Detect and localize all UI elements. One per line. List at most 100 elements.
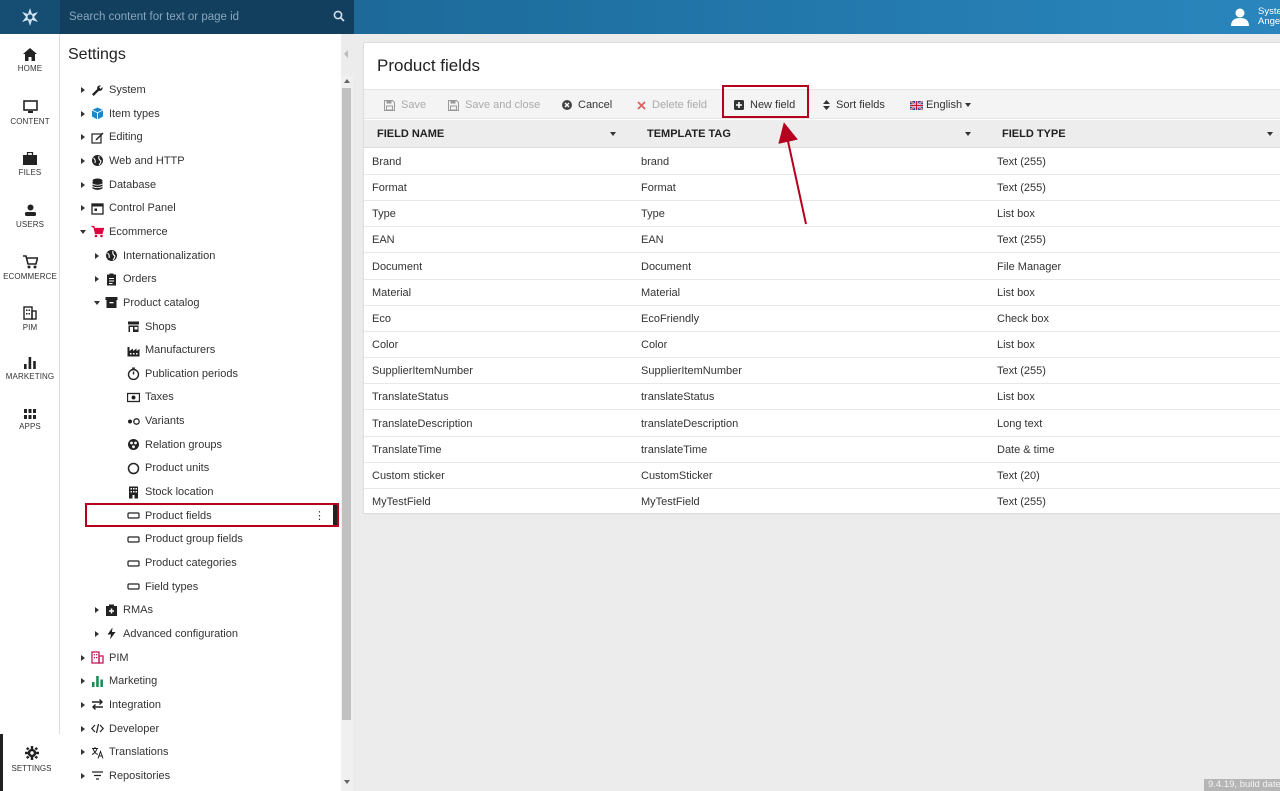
tree-node-web-and-http[interactable]: Web and HTTP — [77, 151, 185, 171]
table-row[interactable]: Color Color List box — [364, 332, 1280, 359]
tree-node-toggle[interactable] — [91, 607, 103, 614]
tree-node-toggle[interactable] — [77, 110, 89, 117]
caret-right-icon[interactable] — [95, 252, 99, 259]
column-header-field-type[interactable]: FIELD TYPE — [1002, 128, 1066, 140]
tree-node-toggle[interactable] — [77, 157, 89, 164]
table-row[interactable]: TranslateTime translateTime Date & time — [364, 437, 1280, 463]
rail-item-settings[interactable]: SETTINGS — [0, 734, 60, 791]
tree-node-toggle[interactable] — [91, 300, 103, 305]
tree-node-toggle[interactable] — [77, 701, 89, 708]
column-menu-icon[interactable] — [965, 132, 971, 136]
save-and-close-button[interactable]: Save and close — [448, 90, 540, 120]
search-input[interactable]: Search content for text or page id — [60, 0, 354, 34]
tree-node-shops[interactable]: Shops — [105, 317, 176, 337]
caret-right-icon[interactable] — [81, 134, 85, 141]
caret-down-icon[interactable] — [94, 300, 100, 305]
tree-node-toggle[interactable] — [77, 205, 89, 212]
caret-right-icon[interactable] — [81, 157, 85, 164]
caret-right-icon[interactable] — [95, 607, 99, 614]
caret-right-icon[interactable] — [81, 110, 85, 117]
tree-node-marketing[interactable]: Marketing — [77, 671, 157, 691]
table-row[interactable]: MyTestField MyTestField Text (255) — [364, 489, 1280, 515]
user-menu[interactable]: System Angel — [1230, 0, 1280, 34]
table-row[interactable]: Eco EcoFriendly Check box — [364, 306, 1280, 332]
delete-field-button[interactable]: Delete field — [637, 90, 707, 120]
rail-item-ecommerce[interactable]: ECOMMERCE — [0, 255, 60, 281]
caret-right-icon[interactable] — [95, 276, 99, 283]
table-row[interactable]: TranslateStatus translateStatus List box — [364, 384, 1280, 411]
node-menu-icon[interactable]: ⋮ — [314, 509, 325, 522]
app-logo[interactable] — [0, 0, 60, 34]
table-row[interactable]: TranslateDescription translateDescription… — [364, 411, 1280, 437]
tree-node-publication-periods[interactable]: Publication periods — [105, 364, 238, 384]
tree-node-product-units[interactable]: Product units — [105, 458, 209, 478]
tree-node-item-types[interactable]: Item types — [77, 104, 160, 124]
rail-item-apps[interactable]: APPS — [0, 409, 60, 431]
caret-right-icon[interactable] — [81, 725, 85, 732]
language-dropdown[interactable]: English — [910, 90, 972, 120]
tree-node-pim[interactable]: PIM — [77, 648, 129, 668]
tree-node-ecommerce[interactable]: Ecommerce — [77, 222, 168, 242]
caret-right-icon[interactable] — [81, 87, 85, 93]
tree-node-field-types[interactable]: Field types — [105, 577, 198, 597]
tree-node-product-categories[interactable]: Product categories — [105, 553, 237, 573]
tree-node-stock-location[interactable]: Stock location — [105, 482, 213, 502]
caret-right-icon[interactable] — [81, 678, 85, 685]
tree-node-advanced-configuration[interactable]: Advanced configuration — [91, 624, 238, 644]
table-row[interactable]: EAN EAN Text (255) — [364, 227, 1280, 254]
caret-right-icon[interactable] — [81, 205, 85, 212]
tree-node-toggle[interactable] — [91, 276, 103, 283]
table-row[interactable]: Custom sticker CustomSticker Text (20) — [364, 463, 1280, 489]
table-row[interactable]: SupplierItemNumber SupplierItemNumber Text… — [364, 358, 1280, 385]
tree-node-manufacturers[interactable]: Manufacturers — [105, 340, 215, 360]
tree-node-product-fields[interactable]: Product fields — [105, 506, 212, 526]
tree-node-editing[interactable]: Editing — [77, 127, 143, 147]
table-row[interactable]: Material Material List box — [364, 280, 1280, 306]
tree-node-developer[interactable]: Developer — [77, 719, 159, 739]
tree-node-toggle[interactable] — [77, 181, 89, 188]
rail-item-home[interactable]: HOME — [0, 48, 60, 73]
caret-right-icon[interactable] — [81, 701, 85, 708]
caret-right-icon[interactable] — [81, 772, 85, 779]
rail-item-marketing[interactable]: MARKETING — [0, 357, 60, 381]
tree-node-toggle[interactable] — [77, 678, 89, 685]
tree-node-toggle[interactable] — [77, 134, 89, 141]
tree-node-internationalization[interactable]: Internationalization — [91, 246, 215, 266]
tree-scrollbar-thumb[interactable] — [342, 88, 351, 720]
caret-right-icon[interactable] — [81, 654, 85, 661]
tree-node-rmas[interactable]: RMAs — [91, 600, 153, 620]
caret-right-icon[interactable] — [95, 630, 99, 637]
column-menu-icon[interactable] — [1267, 132, 1273, 136]
tree-node-system[interactable]: System — [77, 80, 146, 100]
column-header-field-name[interactable]: FIELD NAME — [377, 128, 444, 140]
sort-fields-button[interactable]: Sort fields — [823, 90, 885, 120]
table-row[interactable]: Format Format Text (255) — [364, 175, 1280, 202]
tree-node-orders[interactable]: Orders — [91, 269, 157, 289]
tree-node-toggle[interactable] — [77, 229, 89, 234]
tree-node-toggle[interactable] — [77, 725, 89, 732]
column-menu-icon[interactable] — [610, 132, 616, 136]
scroll-down-icon[interactable] — [344, 780, 350, 784]
save-button[interactable]: Save — [384, 90, 426, 120]
tree-node-product-catalog[interactable]: Product catalog — [91, 293, 199, 313]
search-icon[interactable] — [333, 10, 345, 22]
tree-node-toggle[interactable] — [77, 87, 89, 93]
scroll-up-icon[interactable] — [344, 79, 350, 83]
rail-item-pim[interactable]: PIM — [0, 306, 60, 332]
caret-right-icon[interactable] — [81, 749, 85, 756]
tree-node-control-panel[interactable]: Control Panel — [77, 198, 176, 218]
tree-node-toggle[interactable] — [77, 749, 89, 756]
tree-node-repositories[interactable]: Repositories — [77, 766, 170, 786]
tree-node-database[interactable]: Database — [77, 175, 156, 195]
tree-node-translations[interactable]: Translations — [77, 742, 169, 762]
collapse-arrow-icon[interactable] — [344, 50, 348, 58]
tree-node-taxes[interactable]: Taxes — [105, 387, 174, 407]
tree-node-toggle[interactable] — [77, 654, 89, 661]
tree-node-toggle[interactable] — [91, 252, 103, 259]
tree-node-product-group-fields[interactable]: Product group fields — [105, 529, 243, 549]
tree-node-toggle[interactable] — [77, 772, 89, 779]
rail-item-files[interactable]: FILES — [0, 152, 60, 177]
rail-item-users[interactable]: USERS — [0, 204, 60, 229]
tree-node-variants[interactable]: Variants — [105, 411, 185, 431]
table-row[interactable]: Brand brand Text (255) — [364, 149, 1280, 175]
